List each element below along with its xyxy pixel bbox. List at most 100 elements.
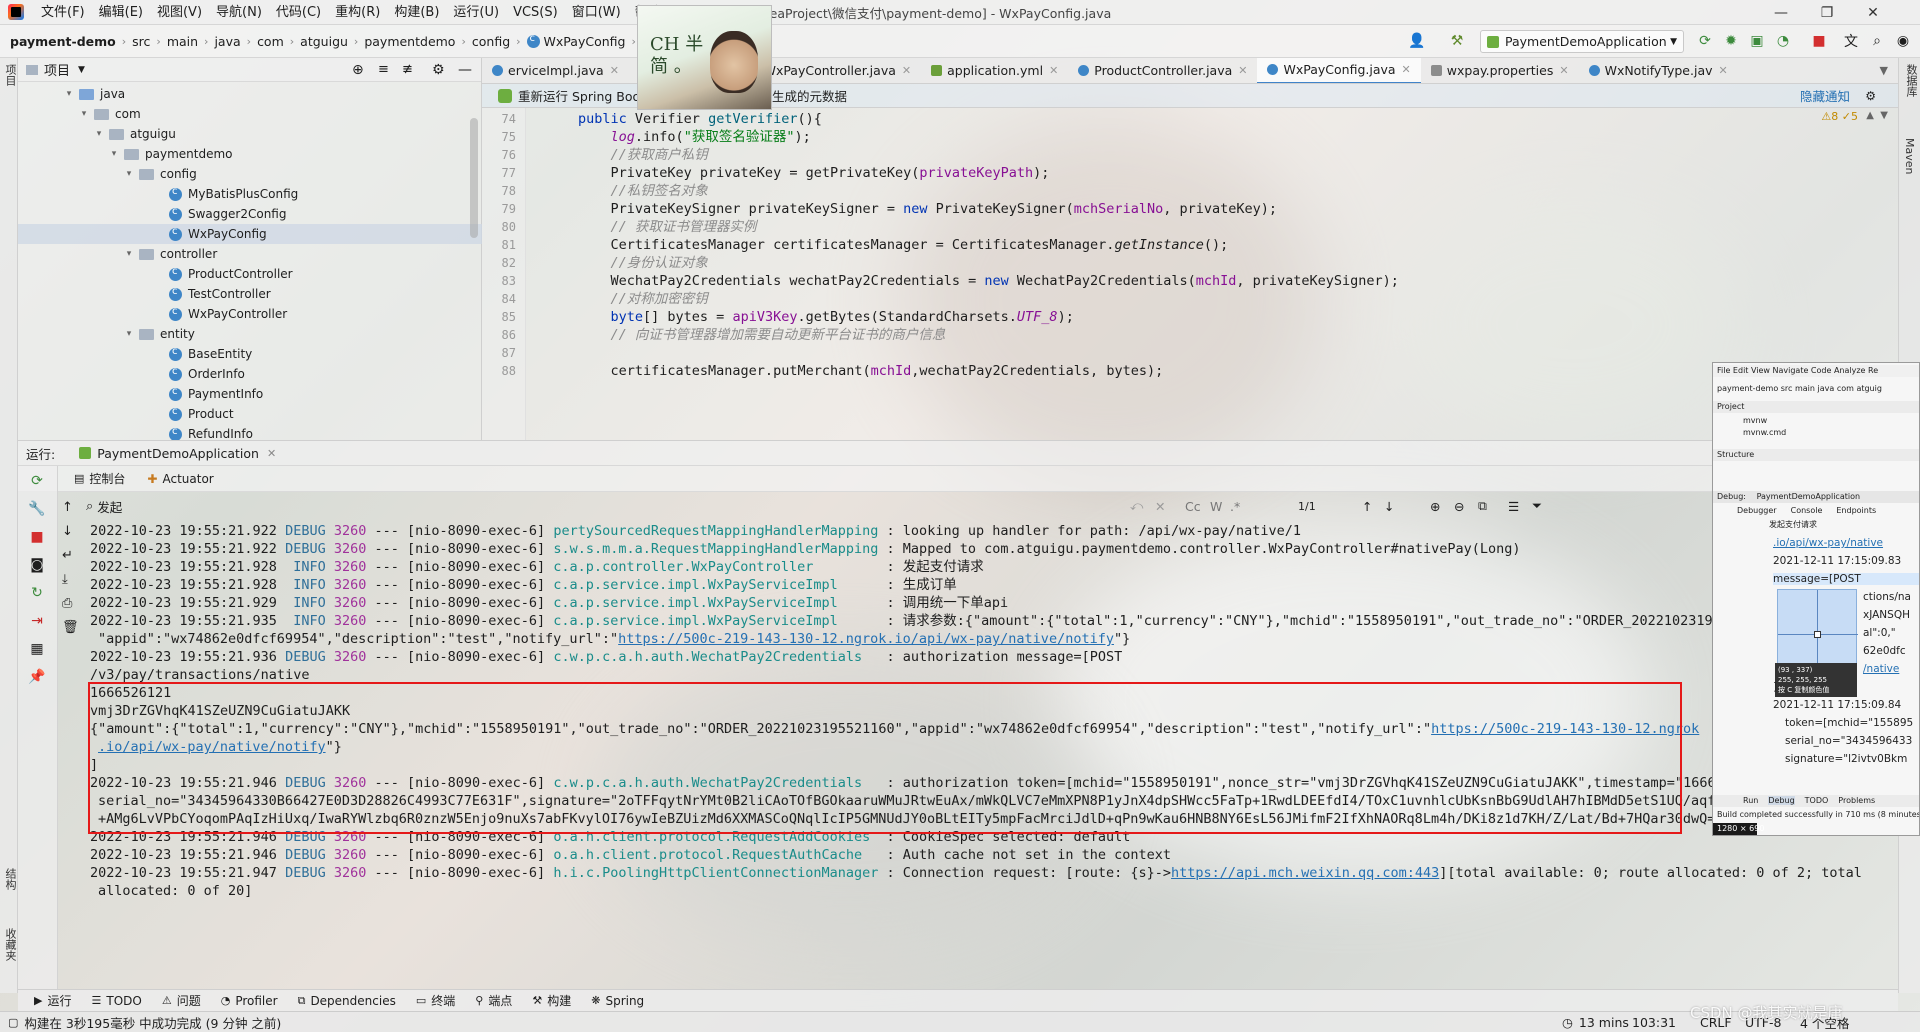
tree-item[interactable]: ▾ atguigu	[18, 124, 482, 144]
restart-icon[interactable]: ↻	[28, 584, 46, 602]
menu-code[interactable]: 代码(C)	[269, 0, 328, 25]
regex-icon[interactable]: ⤺	[1130, 498, 1143, 514]
add-occurrence-icon[interactable]: ⊕	[1430, 499, 1440, 514]
tab-list-chevron-icon[interactable]: ▼	[1870, 64, 1898, 77]
tool-window-database[interactable]: 数据库	[1903, 64, 1919, 97]
coverage-icon[interactable]: ▣	[1748, 32, 1766, 50]
tree-item[interactable]: MyBatisPlusConfig	[18, 184, 482, 204]
tree-item[interactable]: TestController	[18, 284, 482, 304]
editor-tab[interactable]: application.yml ✕	[921, 58, 1068, 83]
tree-scrollbar[interactable]	[470, 118, 478, 238]
chevron-down-icon[interactable]: ▾	[93, 129, 105, 139]
tree-item[interactable]: WxPayConfig	[18, 224, 482, 244]
stop-icon[interactable]: ■	[1810, 32, 1828, 50]
run-app-tab[interactable]: PaymentDemoApplication ✕	[79, 446, 276, 461]
print-icon[interactable]: ⎙	[62, 596, 72, 611]
debug-icon[interactable]: ✹	[1722, 32, 1740, 50]
profile-icon[interactable]: ◔	[1774, 32, 1792, 50]
close-icon[interactable]: ✕	[1719, 64, 1728, 77]
editor-tab[interactable]: WxNotifyType.jav ✕	[1579, 58, 1738, 83]
cursor-position[interactable]: 103:31	[1632, 1015, 1676, 1030]
menu-build[interactable]: 构建(B)	[387, 0, 446, 25]
run-configuration-select[interactable]: PaymentDemoApplication ▼	[1480, 30, 1684, 53]
tree-item[interactable]: PaymentInfo	[18, 384, 482, 404]
next-match-icon[interactable]: ↓	[1384, 499, 1394, 514]
tree-item[interactable]: OrderInfo	[18, 364, 482, 384]
bottom-tab-profiler[interactable]: ◔ Profiler	[211, 994, 288, 1008]
close-icon[interactable]: ✕	[267, 447, 276, 460]
breadcrumb-main[interactable]: main	[165, 34, 200, 49]
breadcrumb-project[interactable]: payment-demo	[0, 34, 118, 49]
chevron-down-icon[interactable]: ▾	[123, 329, 135, 339]
menu-file[interactable]: 文件(F)	[34, 0, 92, 25]
gear-icon[interactable]: ⚙	[432, 62, 445, 78]
breadcrumb-src[interactable]: src	[130, 34, 152, 49]
tab-console[interactable]: ▤ 控制台	[74, 470, 125, 487]
status-message[interactable]: 构建在 3秒195毫秒 中成功完成 (9 分钟 之前)	[24, 1013, 281, 1032]
status-time[interactable]: ◷ 13 mins	[1562, 1015, 1629, 1030]
close-icon[interactable]: ✕	[902, 64, 911, 77]
trash-icon[interactable]: 🗑	[62, 620, 79, 635]
chevron-down-icon[interactable]: ▼	[78, 65, 85, 75]
user-icon[interactable]: 👤	[1408, 32, 1426, 50]
rerun-icon[interactable]: ⟳	[28, 472, 46, 490]
breadcrumb-config[interactable]: config	[470, 34, 512, 49]
chevron-up-icon[interactable]: ▲	[1866, 110, 1874, 121]
tree-item[interactable]: ▾ controller	[18, 244, 482, 264]
bottom-tab-terminal[interactable]: ▭ 终端	[406, 992, 465, 1009]
tree-item[interactable]: WxPayController	[18, 304, 482, 324]
menu-view[interactable]: 视图(V)	[150, 0, 209, 25]
tree-item[interactable]: ▾ paymentdemo	[18, 144, 482, 164]
close-icon[interactable]: ✕	[1850, 0, 1896, 25]
exit-icon[interactable]: ⇥	[28, 612, 46, 630]
breadcrumb-java[interactable]: java	[212, 34, 242, 49]
close-icon[interactable]: ✕	[1049, 64, 1058, 77]
tool-window-project[interactable]: 项目	[2, 64, 18, 86]
bottom-tab-endpoints[interactable]: ⚲ 端点	[465, 992, 522, 1009]
regex-toggle-icon[interactable]: .*	[1230, 499, 1240, 514]
layout-icon[interactable]: ▦	[28, 640, 46, 658]
tab-actuator[interactable]: ✚ Actuator	[147, 472, 213, 486]
maximize-icon[interactable]: ❐	[1804, 0, 1850, 25]
bottom-tab-build[interactable]: ⚒ 构建	[522, 992, 581, 1009]
bottom-tab-spring[interactable]: ❋ Spring	[581, 994, 654, 1008]
menu-window[interactable]: 窗口(W)	[565, 0, 628, 25]
chevron-down-icon[interactable]: ▾	[63, 89, 75, 99]
breadcrumb-paymentdemo[interactable]: paymentdemo	[362, 34, 457, 49]
wrench-icon[interactable]: 🔧	[28, 500, 46, 518]
inspection-widget[interactable]: ⚠8 ✓5	[1821, 110, 1858, 123]
menu-navigate[interactable]: 导航(N)	[209, 0, 269, 25]
tool-window-maven[interactable]: Maven	[1903, 138, 1916, 174]
project-panel-title[interactable]: 项目	[44, 60, 70, 79]
editor-tab[interactable]: erviceImpl.java ✕	[482, 58, 629, 83]
stop-icon[interactable]: ■	[28, 528, 46, 546]
previous-match-icon[interactable]: ↑	[1362, 499, 1372, 514]
tree-item[interactable]: ▾ entity	[18, 324, 482, 344]
tree-item[interactable]: ▾ java	[18, 84, 482, 104]
tree-item[interactable]: Product	[18, 404, 482, 424]
bottom-tab-todo[interactable]: ☰ TODO	[81, 994, 151, 1008]
code-editor[interactable]: 74 public Verifier getVerifier(){75 log.i…	[482, 108, 1898, 440]
bottom-tab-run[interactable]: ▶ 运行	[18, 992, 81, 1009]
menu-run[interactable]: 运行(U)	[446, 0, 506, 25]
editor-tab[interactable]: wxpay.properties ✕	[1421, 58, 1579, 83]
tree-item[interactable]: ProductController	[18, 264, 482, 284]
search-icon[interactable]: ⌕	[1868, 32, 1886, 50]
tree-item[interactable]: BaseEntity	[18, 344, 482, 364]
tree-item[interactable]: Swagger2Config	[18, 204, 482, 224]
chevron-down-icon[interactable]: ▾	[78, 109, 90, 119]
tool-window-structure[interactable]: 结构	[2, 868, 18, 890]
tree-item[interactable]: ▾ com	[18, 104, 482, 124]
build-hammer-icon[interactable]: ⚒	[1448, 32, 1466, 50]
close-icon[interactable]: ✕	[1559, 64, 1568, 77]
close-icon[interactable]: ✕	[1238, 64, 1247, 77]
chevron-down-icon[interactable]: ▼	[1880, 110, 1888, 121]
bottom-tab-problems[interactable]: ⚠ 问题	[152, 992, 211, 1009]
soft-wrap-icon[interactable]: ↵	[62, 548, 73, 563]
arrow-up-icon[interactable]: ↑	[62, 500, 73, 515]
whole-word-icon[interactable]: W	[1210, 499, 1222, 514]
menu-vcs[interactable]: VCS(S)	[506, 0, 565, 25]
code-line[interactable]: 88 certificatesManager.putMerchant(mchId…	[482, 360, 1898, 382]
remove-occurrence-icon[interactable]: ⊖	[1454, 499, 1464, 514]
breadcrumb-wxpayconfig[interactable]: WxPayConfig	[525, 33, 628, 49]
